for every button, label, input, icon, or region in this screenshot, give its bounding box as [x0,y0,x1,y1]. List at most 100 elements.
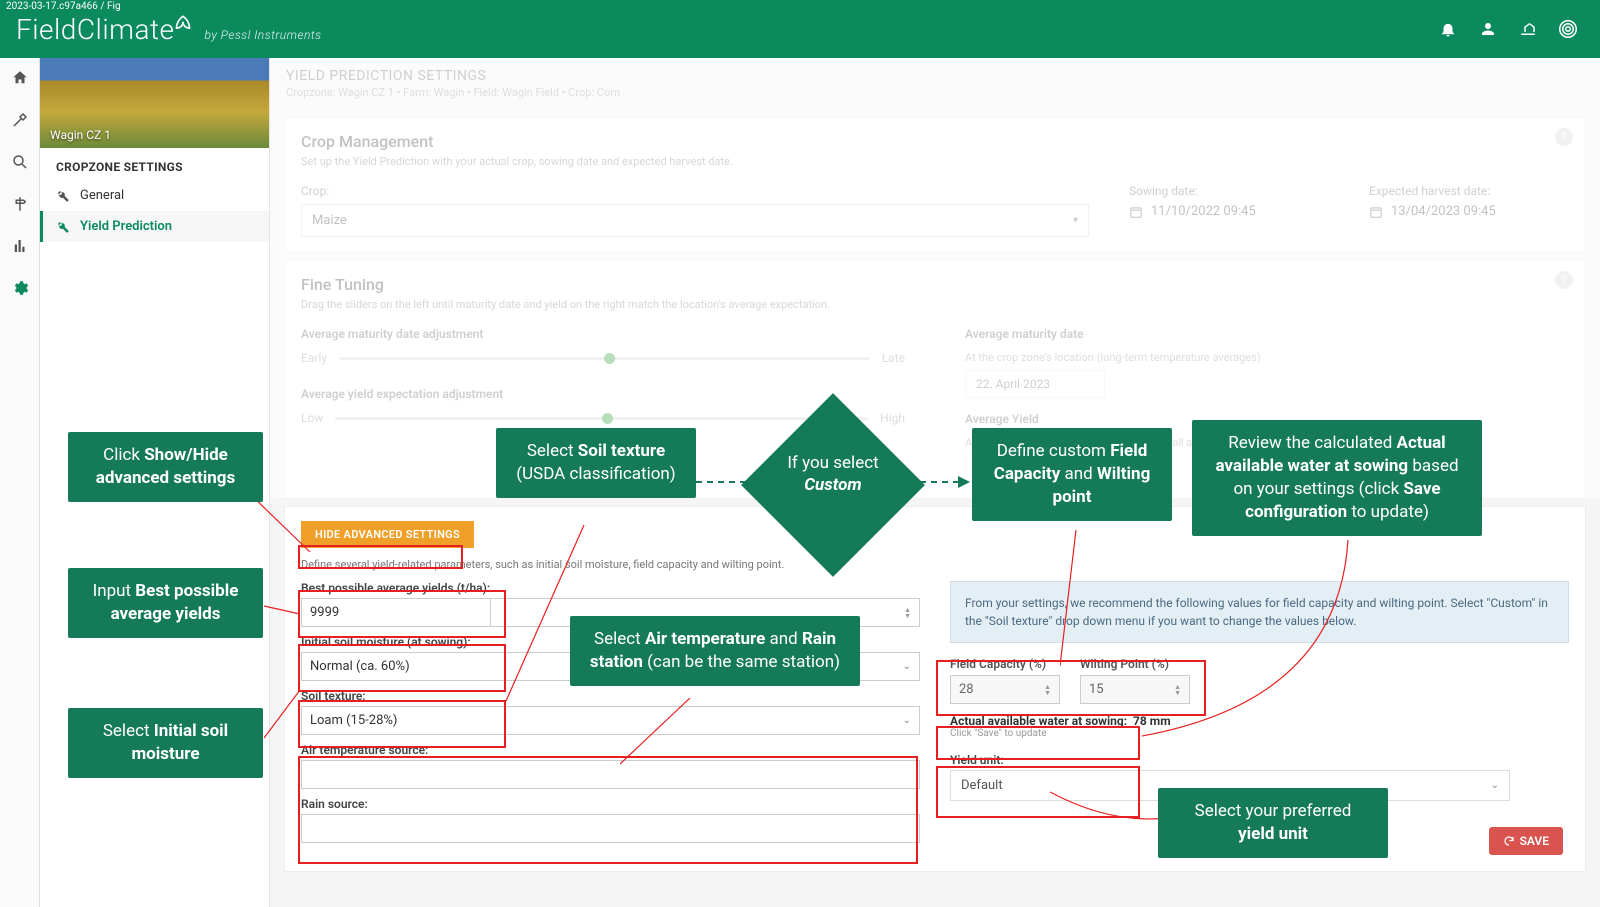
callout-actual-water: Review the calculated Actual available w… [1192,420,1482,536]
harvest-date[interactable]: 13/04/2023 09:45 [1369,204,1569,219]
spinner-icon: ▲▼ [1044,684,1051,696]
chevron-down-icon: ▾ [1073,215,1078,226]
cropzone-image-label: Wagin CZ 1 [50,128,111,142]
brand-byline: by Pessl Instruments [204,28,321,42]
yield-unit-value: Default [961,778,1003,793]
crop-select[interactable]: Maize ▾ [301,204,1089,237]
yield-unit-label: Yield unit: [950,753,1569,767]
card-sub: Set up the Yield Prediction with your ac… [301,155,1569,168]
info-banner: From your settings, we recommend the fol… [950,581,1569,643]
yield-slider[interactable] [335,417,868,420]
maturity-readout: 22. April 2023 [965,370,1105,398]
left-rail [0,58,40,907]
rain-source-input[interactable] [301,814,920,843]
callout-best-yields: Input Best possible average yields [68,568,263,638]
best-yields-label: Best possible average yields (t/ha): [301,581,920,595]
sidebar-item-yield-prediction[interactable]: Yield Prediction [40,211,269,242]
air-temp-input[interactable] [301,760,920,789]
callout-show-hide: Click Show/Hide advanced settings [68,432,263,502]
spinner-icon: ▲▼ [904,607,911,619]
brand-name: FieldClimate [16,13,174,46]
refresh-icon [1503,835,1515,847]
sidebar-item-label: Yield Prediction [80,219,172,234]
chevron-down-icon: ⌄ [903,661,911,672]
ism-value: Normal (ca. 60%) [310,659,410,674]
air-temp-label: Air temperature source: [301,743,920,757]
chevron-down-icon: ⌄ [1491,780,1499,791]
settings-icon[interactable] [8,276,32,300]
help-icon[interactable]: ? [1555,128,1573,146]
page-title: YIELD PREDICTION SETTINGS [270,58,1600,86]
advanced-settings-card: HIDE ADVANCED SETTINGS Define several yi… [284,506,1586,872]
card-heading: Fine Tuning [301,275,1569,294]
maturity-readout-sub: At the crop zone's location (long-term t… [965,351,1569,364]
callout-yield-unit: Select your preferred yield unit [1158,788,1388,858]
actual-water-label: Actual available water at sowing: [950,714,1127,728]
wilting-point-label: Wilting Point (%) [1080,657,1190,671]
harvest-label: Expected harvest date: [1369,184,1569,198]
field-capacity-value: 28 [959,682,974,697]
brand-logo: FieldClimate by Pessl Instruments [16,13,322,46]
soil-texture-select[interactable]: Loam (15-28%) ⌄ [301,706,920,735]
wilting-point-input[interactable]: 15 ▲▼ [1080,675,1190,704]
actual-water-value: 78 mm [1133,714,1171,728]
sowing-value: 11/10/2022 09:45 [1151,204,1256,219]
chevron-down-icon: ⌄ [903,715,911,726]
yield-adj-label: Average yield expectation adjustment [301,387,905,401]
slider-early: Early [301,351,327,365]
home-icon[interactable] [8,66,32,90]
soil-texture-label: Soil texture: [301,689,920,703]
actual-water-sub: Click "Save" to update [950,728,1569,739]
crop-label: Crop: [301,184,1089,198]
hide-advanced-button[interactable]: HIDE ADVANCED SETTINGS [301,521,474,548]
version-tag: 2023-03-17.c97a466 / Fig [0,0,127,13]
card-heading: Crop Management [301,132,1569,151]
slider-low: Low [301,411,323,425]
actual-water-row: Actual available water at sowing: 78 mm [950,714,1569,728]
slider-high: High [880,411,905,425]
callout-custom-text: If you select Custom [773,452,893,496]
crop-value: Maize [312,213,347,228]
harvest-value: 13/04/2023 09:45 [1391,204,1496,219]
broadcast-icon[interactable] [1552,13,1584,45]
field-capacity-label: Field Capacity (%) [950,657,1060,671]
app-header: FieldClimate by Pessl Instruments [0,0,1600,58]
sidebar-item-general[interactable]: General [40,180,269,211]
callout-air-rain: Select Air temperature and Rain station … [570,616,860,686]
sidebar-section-title: CROPZONE SETTINGS [40,148,269,180]
chart-icon[interactable] [8,234,32,258]
leaf-icon [170,13,196,39]
maturity-adj-label: Average maturity date adjustment [301,327,905,341]
calendar-icon [1369,205,1383,219]
spinner-icon: ▲▼ [1174,684,1181,696]
callout-fc-wp: Define custom Field Capacity and Wilting… [972,428,1172,521]
save-label: SAVE [1520,834,1549,848]
callout-ism: Select Initial soil moisture [68,708,263,778]
callout-soil-texture: Select Soil texture (USDA classification… [496,428,696,498]
notifications-icon[interactable] [1432,13,1464,45]
soil-texture-value: Loam (15-28%) [310,713,397,728]
wrench-icon [56,189,70,203]
sowing-date[interactable]: 11/10/2022 09:45 [1129,204,1329,219]
wrench-icon [56,220,70,234]
maturity-readout-label: Average maturity date [965,327,1569,341]
field-capacity-input[interactable]: 28 ▲▼ [950,675,1060,704]
best-yields-input[interactable] [301,598,491,627]
rain-source-label: Rain source: [301,797,920,811]
slider-late: Late [882,351,905,365]
sidebar-item-label: General [80,188,124,203]
advanced-desc: Define several yield-related parameters,… [301,558,1569,571]
wilting-point-value: 15 [1089,682,1104,697]
save-button[interactable]: SAVE [1489,827,1563,855]
calendar-icon [1129,205,1143,219]
help-icon[interactable]: ? [1555,271,1573,289]
crop-management-card: ? Crop Management Set up the Yield Predi… [284,117,1586,252]
signpost-icon[interactable] [8,192,32,216]
user-icon[interactable] [1472,13,1504,45]
breadcrumb: Cropzone: Wagin CZ 1 • Farm: Wagin • Fie… [270,86,1600,109]
search-icon[interactable] [8,150,32,174]
farm-icon[interactable] [1512,13,1544,45]
tools-icon[interactable] [8,108,32,132]
cropzone-image: Wagin CZ 1 [40,58,269,148]
maturity-slider[interactable] [339,357,870,360]
